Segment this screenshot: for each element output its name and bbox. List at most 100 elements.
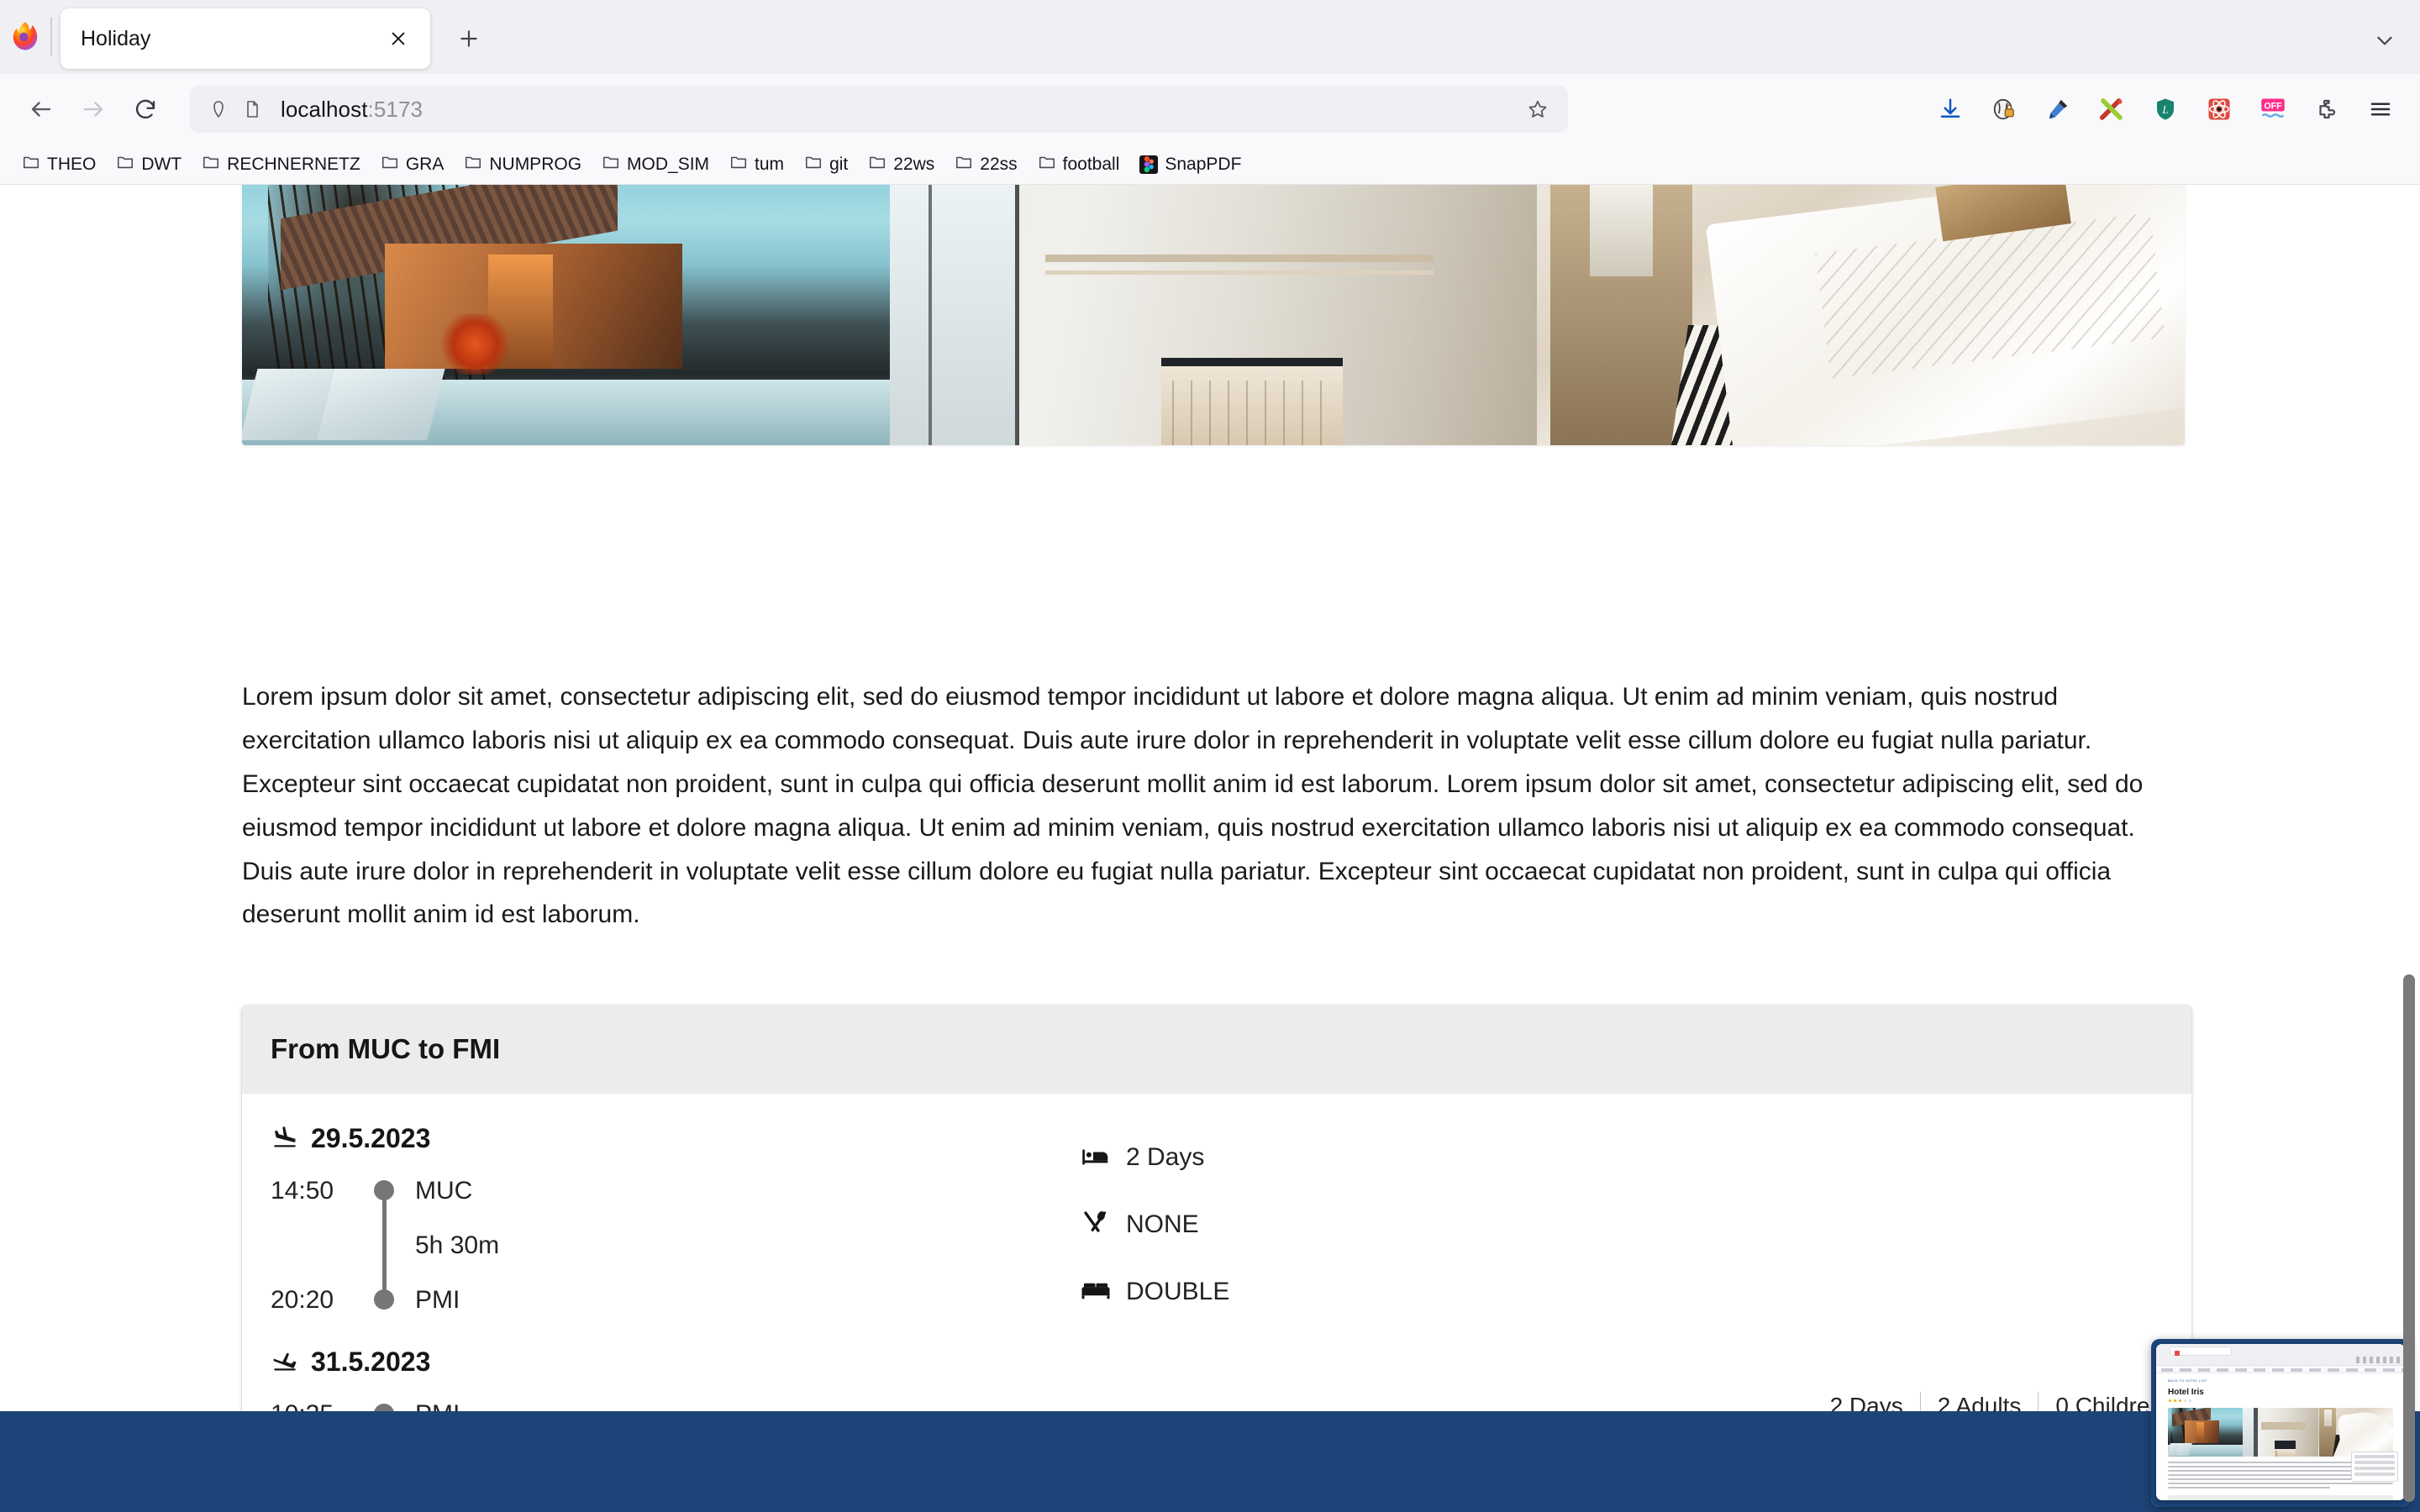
amenity-board-label: NONE (1126, 1210, 1199, 1238)
svg-text:L: L (2162, 104, 2169, 116)
bookmark-dwt[interactable]: DWT (108, 150, 190, 179)
toolbar-extension-icons: L OFF (1926, 85, 2405, 134)
hotel-bed-icon (1081, 1141, 1111, 1175)
outbound-arrive-code: PMI (415, 1286, 460, 1314)
bookmark-label: THEO (47, 154, 97, 174)
bookmark-label: NUMPROG (489, 154, 582, 174)
bookmark-22ss[interactable]: 22ss (946, 150, 1025, 179)
pip-offer-card: From MUC to FMI (2168, 1495, 2393, 1500)
gallery-image-white-bed-zebra-rug-photo[interactable] (1537, 185, 2185, 445)
tab-strip: Holiday (0, 0, 2420, 74)
bookmark-label: tum (755, 154, 785, 174)
eyedropper-icon[interactable] (2033, 85, 2082, 134)
outbound-route-rail (365, 1163, 403, 1327)
airplane-takeoff-icon (271, 1122, 299, 1155)
outbound-leg-grid: 14:50 20:20 MUC 5h 30m PMI (271, 1163, 1077, 1327)
outbound-codes: MUC 5h 30m PMI (403, 1163, 1077, 1327)
bookmark-snappdf[interactable]: SnapPDF (1131, 151, 1249, 178)
pip-backdrop: BACK TO HOTEL LIST Hotel Iris (2151, 1339, 2410, 1507)
browser-tab[interactable]: Holiday (60, 8, 430, 69)
back-button[interactable] (15, 83, 67, 135)
outbound-arrive-time: 20:20 (271, 1286, 334, 1314)
list-all-tabs-chevron-down-icon[interactable] (2361, 17, 2408, 64)
new-tab-button[interactable] (444, 13, 494, 64)
pip-back-link: BACK TO HOTEL LIST (2168, 1378, 2207, 1383)
hamburger-menu-icon[interactable] (2356, 85, 2405, 134)
gallery-image-resort-exterior-pool-photo[interactable] (242, 185, 890, 445)
privacy-badger-icon[interactable] (1980, 85, 2028, 134)
folder-icon (464, 153, 482, 176)
hotel-detail-page: Lorem ipsum dolor sit amet, consectetur … (0, 185, 2420, 1512)
route-dot-origin (374, 1180, 394, 1200)
route-dot-destination (374, 1289, 394, 1310)
inbound-leg-header: 31.5.2023 (271, 1346, 1077, 1378)
address-bar[interactable]: localhost:5173 (190, 86, 1568, 133)
tabstrip-divider (50, 18, 52, 56)
bookmark-label: git (829, 154, 849, 174)
hotel-description-paragraph: Lorem ipsum dolor sit amet, consectetur … (242, 683, 2144, 929)
pip-bookmarks-bar (2156, 1366, 2405, 1373)
star-empty-icon (2183, 1399, 2187, 1403)
star-filled-icon (2168, 1399, 2172, 1403)
page-viewport: Lorem ipsum dolor sit amet, consectetur … (0, 185, 2420, 1512)
page-scrollbar-thumb[interactable] (2403, 974, 2415, 1502)
lastpass-shield-icon[interactable]: L (2141, 85, 2190, 134)
forward-button[interactable] (67, 83, 119, 135)
bookmark-label: RECHNERNETZ (227, 154, 360, 174)
react-devtools-icon[interactable] (2195, 85, 2244, 134)
bookmark-football[interactable]: football (1029, 150, 1128, 179)
bookmark-star-icon[interactable] (1519, 91, 1556, 128)
bookmark-mod-sim[interactable]: MOD_SIM (593, 150, 718, 179)
bookmark-theo[interactable]: THEO (13, 150, 104, 179)
airplane-landing-icon (271, 1346, 299, 1378)
pip-chrome (2156, 1344, 2405, 1366)
restaurant-icon (1081, 1208, 1111, 1242)
outbound-depart-time: 14:50 (271, 1177, 334, 1205)
page-info-icon[interactable] (235, 92, 269, 126)
pip-hotel-name: Hotel Iris (2168, 1388, 2204, 1397)
close-icon[interactable] (380, 20, 417, 57)
gallery-image-bedroom-interior-photo[interactable] (889, 185, 1538, 445)
extensions-puzzle-icon[interactable] (2302, 85, 2351, 134)
pip-gallery-image-1 (2168, 1408, 2244, 1457)
pip-star-rating (2168, 1399, 2393, 1403)
bookmark-tum[interactable]: tum (721, 150, 792, 179)
reload-button[interactable] (119, 83, 171, 135)
bookmark-rechnernetz[interactable]: RECHNERNETZ (193, 150, 369, 179)
bookmark-numprog[interactable]: NUMPROG (455, 150, 590, 179)
amenity-duration-label: 2 Days (1126, 1143, 1205, 1171)
folder-icon (602, 153, 620, 176)
off-badge-icon[interactable]: OFF (2249, 85, 2297, 134)
outbound-leg-header: 29.5.2023 (271, 1122, 1077, 1155)
page-scrollbar-track[interactable] (2398, 185, 2420, 1512)
amenity-board: NONE (1081, 1191, 2163, 1258)
url-text[interactable]: localhost:5173 (269, 97, 1519, 123)
pip-toolbar-icons (2356, 1357, 2400, 1363)
star-empty-icon (2188, 1399, 2192, 1403)
page-footer (0, 1411, 2420, 1512)
folder-icon (22, 153, 40, 176)
bookmark-22ws[interactable]: 22ws (860, 150, 943, 179)
outbound-duration: 5h 30m (415, 1231, 500, 1259)
picture-in-picture-preview[interactable]: BACK TO HOTEL LIST Hotel Iris (2151, 1339, 2410, 1507)
pip-browser-window: BACK TO HOTEL LIST Hotel Iris (2156, 1344, 2405, 1500)
folder-icon (955, 153, 973, 176)
scissors-extension-icon[interactable] (2087, 85, 2136, 134)
bookmarks-bar: THEO DWT RECHNERNETZ GRA NUMPROG MOD_SIM… (0, 144, 2420, 185)
amenity-duration: 2 Days (1081, 1124, 2163, 1191)
outbound-flight-leg: 29.5.2023 14:50 20:20 MUC 5h 30m PMI (271, 1122, 1077, 1327)
pip-gallery (2168, 1408, 2393, 1457)
bookmark-gra[interactable]: GRA (372, 150, 453, 179)
outbound-times: 14:50 20:20 (271, 1163, 365, 1327)
folder-icon (381, 153, 399, 176)
svg-text:OFF: OFF (2264, 101, 2282, 111)
folder-icon (804, 153, 823, 176)
pip-favicon (2175, 1351, 2180, 1356)
shield-icon[interactable] (202, 92, 235, 126)
pip-tab (2170, 1347, 2232, 1356)
folder-icon (868, 153, 886, 176)
bookmark-git[interactable]: git (796, 150, 856, 179)
figma-icon (1139, 155, 1159, 174)
url-host: localhost (281, 96, 368, 122)
download-icon[interactable] (1926, 85, 1975, 134)
